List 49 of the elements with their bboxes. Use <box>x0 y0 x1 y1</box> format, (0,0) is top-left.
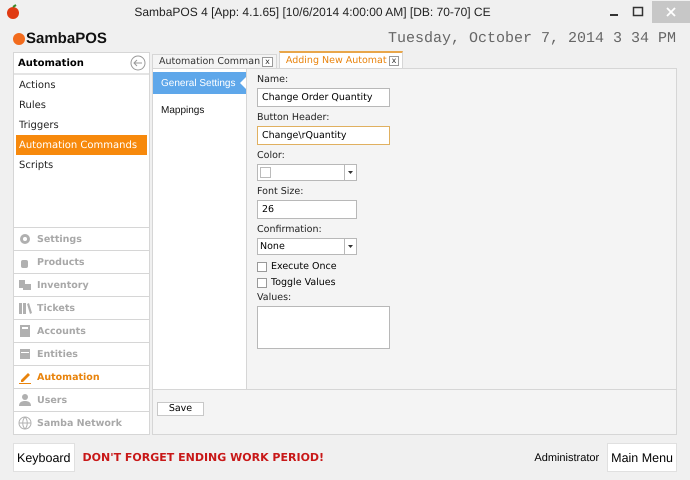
table-icon <box>18 347 32 361</box>
boxes-icon <box>18 278 32 292</box>
sidebar-item[interactable]: Scripts <box>16 155 147 175</box>
window-title: SambaPOS 4 [App: 4.1.65] [10/6/2014 4:00:00 AM] [DB: 70-70] CE <box>133 5 492 19</box>
apple-icon <box>5 4 21 20</box>
field-label: Button Header: <box>257 112 330 125</box>
sidebar-item[interactable]: Triggers <box>16 115 147 135</box>
field-label: Font Size: <box>257 186 304 199</box>
checkbox[interactable] <box>257 278 267 288</box>
pencil-icon <box>18 370 32 384</box>
sidebar-item[interactable]: Actions <box>16 75 147 95</box>
values-field[interactable] <box>257 306 390 349</box>
checkbox[interactable] <box>257 262 267 272</box>
main-menu-button[interactable]: Main Menu <box>607 443 677 472</box>
warning-text: DON'T FORGET ENDING WORK PERIOD! <box>82 451 326 464</box>
books-icon <box>18 301 32 315</box>
calculator-icon <box>18 324 32 338</box>
user-name: Administrator <box>534 452 600 464</box>
back-icon[interactable] <box>130 55 146 71</box>
tab[interactable]: Adding New Automat x <box>278 51 404 68</box>
caret-icon <box>348 171 353 174</box>
gear-icon <box>18 232 32 246</box>
checkbox-label: Execute Once <box>271 261 337 272</box>
text-field[interactable]: Change\rQuantity <box>257 126 390 145</box>
globe-icon <box>18 416 32 430</box>
field-label: Values: <box>257 292 292 305</box>
apple-icon <box>12 31 26 45</box>
date-text: Tuesday, October 7, 2014 3 34 PM <box>388 30 676 46</box>
sidebar-title: Automation <box>18 58 84 68</box>
text-field[interactable]: 26 <box>257 200 357 219</box>
close-icon <box>666 7 676 17</box>
field-label: Color: <box>257 150 286 163</box>
tab-close-button[interactable]: x <box>262 56 273 66</box>
field-label: Confirmation: <box>257 224 323 237</box>
text-field[interactable]: Change Order Quantity <box>257 88 390 107</box>
checkbox-label: Toggle Values <box>271 277 336 288</box>
color-swatch <box>260 167 271 178</box>
user-icon <box>18 393 32 407</box>
keyboard-button[interactable]: Keyboard <box>13 443 75 472</box>
tab[interactable]: Automation Comman x <box>152 54 277 68</box>
logo: SambaPOS <box>26 30 107 46</box>
confirmation-dropdown[interactable]: None <box>257 238 357 255</box>
color-dropdown[interactable] <box>257 164 357 181</box>
tab-close-button[interactable]: x <box>388 56 400 66</box>
save-button[interactable]: Save <box>157 402 204 416</box>
caret-icon <box>348 245 353 248</box>
field-label: Name: <box>257 74 290 87</box>
section-item[interactable]: Mappings <box>153 99 246 121</box>
sidebar-item[interactable]: Rules <box>16 95 147 115</box>
